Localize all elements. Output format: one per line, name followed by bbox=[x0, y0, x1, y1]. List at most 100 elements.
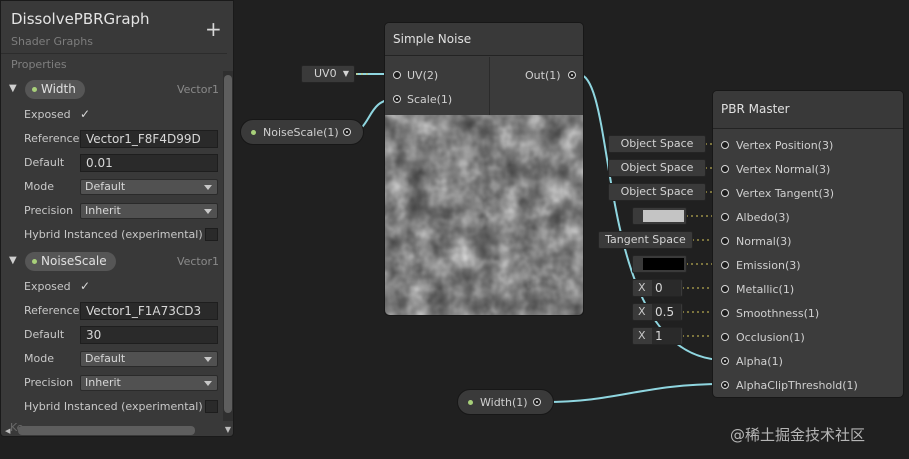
albedo-port-icon[interactable] bbox=[721, 213, 729, 221]
exposed-row: Exposed ✓ bbox=[1, 277, 227, 297]
precision-row: Precision Inherit bbox=[1, 373, 227, 393]
property-header-noisescale[interactable]: ▼ NoiseScale Vector1 bbox=[1, 251, 227, 271]
smoothness-port-icon[interactable] bbox=[721, 309, 729, 317]
property-header-width[interactable]: ▼ Width Vector1 bbox=[1, 79, 227, 99]
property-dot-icon bbox=[468, 400, 473, 405]
occlusion-port-icon[interactable] bbox=[721, 333, 729, 341]
axis-label: X bbox=[638, 281, 646, 294]
emission-color-swatch bbox=[643, 258, 684, 270]
mode-dropdown[interactable]: Default bbox=[80, 179, 218, 195]
graph-title: DissolvePBRGraph bbox=[11, 10, 150, 28]
precision-label: Precision bbox=[24, 376, 74, 389]
output-port-icon[interactable] bbox=[533, 398, 541, 406]
albedo-color-field[interactable] bbox=[632, 207, 687, 225]
vertex-tangent-port-icon[interactable] bbox=[721, 189, 729, 197]
exposed-checkbox[interactable]: ✓ bbox=[80, 279, 90, 293]
hybrid-row: Hybrid Instanced (experimental) bbox=[1, 225, 227, 245]
metallic-value[interactable]: 0 bbox=[652, 280, 681, 296]
property-pill-noisescale[interactable]: NoiseScale bbox=[25, 252, 116, 271]
uv-input-port-icon[interactable] bbox=[393, 71, 401, 79]
alpha-clip-port-icon[interactable] bbox=[721, 381, 729, 389]
vertex-tangent-space-chip[interactable]: Object Space bbox=[608, 183, 706, 201]
metallic-input[interactable]: X 0 bbox=[632, 279, 683, 297]
exposed-checkbox[interactable]: ✓ bbox=[80, 107, 90, 121]
alpha-port-icon[interactable] bbox=[721, 357, 729, 365]
emission-color-field[interactable] bbox=[632, 255, 687, 273]
horizontal-scrollbar[interactable] bbox=[18, 426, 195, 435]
noisescale-node-label: NoiseScale(1) bbox=[263, 126, 339, 139]
divider bbox=[1, 53, 227, 54]
normal-port-icon[interactable] bbox=[721, 237, 729, 245]
vertex-position-port-icon[interactable] bbox=[721, 141, 729, 149]
occlusion-value[interactable]: 1 bbox=[652, 328, 681, 344]
vertex-normal-space-chip[interactable]: Object Space bbox=[608, 159, 706, 177]
hybrid-row: Hybrid Instanced (experimental) bbox=[1, 397, 227, 417]
noisescale-property-node[interactable]: NoiseScale(1) bbox=[240, 119, 364, 145]
metallic-port-icon[interactable] bbox=[721, 285, 729, 293]
precision-dropdown[interactable]: Inherit bbox=[80, 203, 218, 219]
default-row: Default 0.01 bbox=[1, 153, 227, 173]
normal-label: Normal(3) bbox=[736, 235, 792, 248]
axis-label: X bbox=[638, 329, 646, 342]
smoothness-input[interactable]: X 0.5 bbox=[632, 303, 683, 321]
reference-field[interactable]: Vector1_F8F4D99D bbox=[80, 130, 218, 148]
exposed-label: Exposed bbox=[24, 280, 71, 293]
default-field[interactable]: 30 bbox=[80, 326, 218, 344]
default-field[interactable]: 0.01 bbox=[80, 154, 218, 172]
uv-input-label: UV(2) bbox=[407, 69, 439, 82]
chevron-down-icon: ▼ bbox=[342, 69, 349, 78]
add-property-button[interactable]: + bbox=[205, 19, 222, 39]
property-pill-width[interactable]: Width bbox=[25, 80, 85, 99]
scrollbar-thumb[interactable] bbox=[224, 75, 232, 413]
graph-subtitle: Shader Graphs bbox=[11, 35, 93, 48]
scale-input-port-icon[interactable] bbox=[393, 95, 401, 103]
exposed-label: Exposed bbox=[24, 108, 71, 121]
pbr-master-node[interactable]: PBR Master Vertex Position(3) Vertex Nor… bbox=[712, 90, 904, 398]
reference-label: Reference bbox=[24, 132, 80, 145]
precision-row: Precision Inherit bbox=[1, 201, 227, 221]
vertex-normal-label: Vertex Normal(3) bbox=[736, 163, 831, 176]
occlusion-label: Occlusion(1) bbox=[736, 331, 805, 344]
precision-label: Precision bbox=[24, 204, 74, 217]
normal-space-chip[interactable]: Tangent Space bbox=[598, 231, 693, 249]
noise-preview bbox=[385, 115, 583, 315]
scroll-left-arrow-icon[interactable]: ◀ bbox=[5, 427, 10, 435]
alpha-label: Alpha(1) bbox=[736, 355, 783, 368]
albedo-label: Albedo(3) bbox=[736, 211, 790, 224]
metallic-label: Metallic(1) bbox=[736, 283, 795, 296]
reference-field[interactable]: Vector1_F1A73CD3 bbox=[80, 302, 218, 320]
properties-section-label: Properties bbox=[11, 58, 67, 71]
vertex-normal-port-icon[interactable] bbox=[721, 165, 729, 173]
precision-dropdown[interactable]: Inherit bbox=[80, 375, 218, 391]
hybrid-checkbox[interactable] bbox=[205, 228, 218, 241]
hybrid-label: Hybrid Instanced (experimental) bbox=[24, 400, 203, 413]
output-port-icon[interactable] bbox=[343, 128, 351, 136]
emission-port-icon[interactable] bbox=[721, 261, 729, 269]
width-node-label: Width(1) bbox=[480, 396, 528, 409]
mode-dropdown[interactable]: Default bbox=[80, 351, 218, 367]
uv-channel-dropdown[interactable]: UV0 ▼ bbox=[301, 65, 355, 83]
simple-noise-node[interactable]: Simple Noise UV(2) Scale(1) Out(1) bbox=[384, 22, 584, 316]
property-type: Vector1 bbox=[176, 255, 219, 268]
smoothness-value[interactable]: 0.5 bbox=[652, 304, 681, 320]
watermark: @稀土掘金技术社区 bbox=[730, 426, 866, 444]
chevron-down-icon[interactable]: ▼ bbox=[9, 255, 17, 266]
blackboard-panel[interactable]: DissolvePBRGraph Shader Graphs + Propert… bbox=[0, 0, 234, 437]
chevron-down-icon[interactable]: ▼ bbox=[9, 83, 17, 94]
vertical-scrollbar[interactable] bbox=[223, 71, 233, 421]
out-output-port-icon[interactable] bbox=[568, 71, 576, 79]
default-row: Default 30 bbox=[1, 325, 227, 345]
scroll-down-arrow-icon[interactable]: ▼ bbox=[223, 425, 233, 434]
reference-label: Reference bbox=[24, 304, 80, 317]
occlusion-input[interactable]: X 1 bbox=[632, 327, 683, 345]
mode-label: Mode bbox=[24, 352, 54, 365]
pbr-master-title: PBR Master bbox=[713, 91, 903, 129]
width-property-node[interactable]: Width(1) bbox=[457, 389, 554, 415]
hybrid-checkbox[interactable] bbox=[205, 400, 218, 413]
vertex-position-space-chip[interactable]: Object Space bbox=[608, 135, 706, 153]
property-type: Vector1 bbox=[176, 83, 219, 96]
property-dot-icon bbox=[251, 130, 256, 135]
wire-width-to-clip bbox=[543, 383, 726, 403]
graph-canvas[interactable]: DissolvePBRGraph Shader Graphs + Propert… bbox=[0, 0, 909, 459]
default-label: Default bbox=[24, 156, 65, 169]
